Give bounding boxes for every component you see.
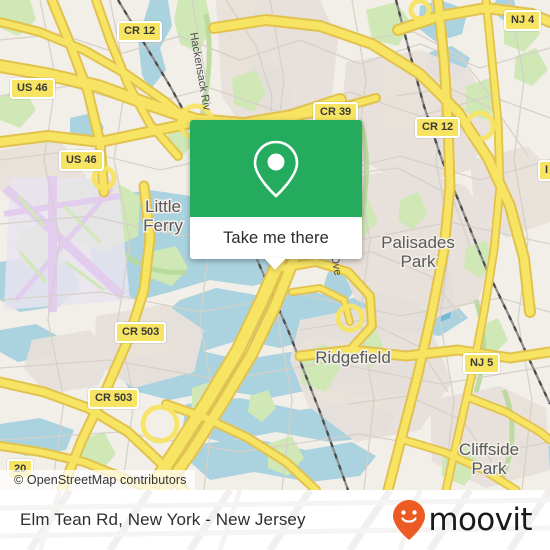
moovit-smiley-pin-icon: [393, 500, 426, 540]
popup-footer[interactable]: Take me there: [190, 217, 362, 270]
moovit-wordmark: moovit: [428, 501, 532, 538]
footer-bar: Elm Tean Rd, New York - New Jersey moovi…: [0, 490, 550, 550]
popup-pointer: [264, 258, 286, 270]
popup-header: [190, 120, 362, 217]
map-pin-icon: [253, 140, 299, 198]
moovit-map-page: Little Ferry Palisades Park Ridgefield Cliffs…: [0, 0, 550, 550]
moovit-logo[interactable]: moovit: [392, 499, 533, 541]
take-me-there-label: Take me there: [223, 228, 329, 247]
osm-attribution[interactable]: © OpenStreetMap contributors: [0, 470, 195, 490]
take-me-there-popup[interactable]: Take me there: [190, 120, 362, 270]
location-address: Elm Tean Rd, New York - New Jersey: [20, 510, 306, 529]
